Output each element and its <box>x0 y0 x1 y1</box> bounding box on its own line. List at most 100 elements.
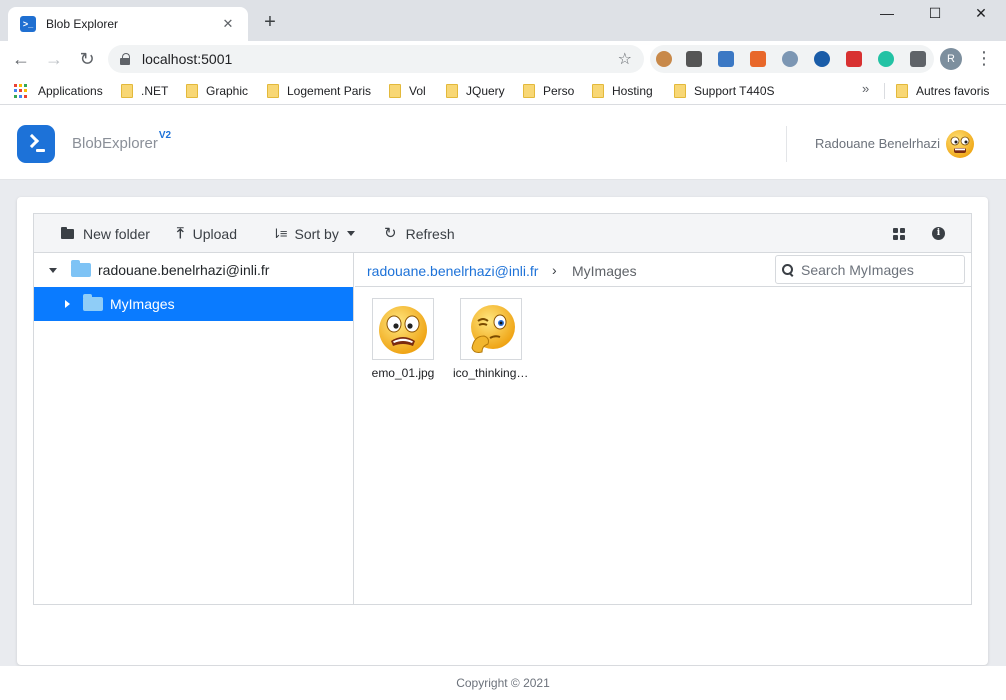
app-header: BlobExplorerV2 Radouane Benelrhazi <box>0 106 1006 180</box>
file-grid: emo_01.jpg ico_thinking.jpg <box>355 288 971 604</box>
lock-icon <box>120 53 130 65</box>
folder-icon <box>61 226 74 239</box>
layout-extension-icon[interactable] <box>750 51 766 67</box>
sort-by-button[interactable]: ⇂≡ Sort by <box>271 214 355 253</box>
new-tab-icon[interactable]: + <box>258 11 282 35</box>
breadcrumb-root[interactable]: radouane.benelrhazi@inli.fr <box>367 263 538 279</box>
folder-icon <box>186 84 198 98</box>
breadcrumb-current: MyImages <box>572 263 637 279</box>
profile-avatar[interactable]: R <box>940 48 962 70</box>
explorer-card: New folder ⤒ Upload ⇂≡ Sort by ↻ Refresh <box>17 197 988 665</box>
search-box[interactable] <box>775 255 965 284</box>
file-name: ico_thinking.jpg <box>453 366 529 380</box>
info-icon: i <box>932 227 945 240</box>
bookmark-other-favorites[interactable]: Autres favoris <box>896 83 989 99</box>
browser-tab[interactable]: >_ Blob Explorer ✕ <box>8 7 248 41</box>
forward-arrow-icon[interactable]: → <box>42 47 66 71</box>
refresh-icon: ↻ <box>384 224 397 242</box>
footer: Copyright © 2021 <box>0 666 1006 700</box>
address-bar[interactable]: localhost:5001 ☆ <box>108 45 644 73</box>
bookmark-star-icon[interactable]: ☆ <box>618 49 632 69</box>
sort-icon: ⇂≡ <box>271 225 288 241</box>
bookmark-logement-paris[interactable]: Logement Paris <box>267 83 371 99</box>
bookmark-hosting[interactable]: Hosting <box>592 83 653 99</box>
extensions-area <box>650 45 934 73</box>
file-manager: New folder ⤒ Upload ⇂≡ Sort by ↻ Refresh <box>33 213 972 605</box>
grammar-extension-icon[interactable] <box>878 51 894 67</box>
folder-icon <box>896 84 908 98</box>
bookmark-dotnet[interactable]: .NET <box>121 83 168 99</box>
puzzle-extensions-icon[interactable] <box>910 51 926 67</box>
folder-icon <box>674 84 686 98</box>
collapse-caret-icon[interactable] <box>65 300 70 308</box>
chevron-down-icon <box>346 231 355 236</box>
cookie-extension-icon[interactable] <box>656 51 672 67</box>
cart-extension-icon[interactable] <box>846 51 862 67</box>
new-folder-button[interactable]: New folder <box>61 214 150 253</box>
grid-view-icon[interactable] <box>891 226 907 242</box>
expand-caret-icon[interactable] <box>49 267 57 273</box>
folder-icon <box>71 260 91 277</box>
bookmark-applications[interactable]: Applications <box>14 83 103 99</box>
reload-icon[interactable]: ↻ <box>75 47 99 71</box>
file-name: emo_01.jpg <box>371 366 435 380</box>
file-thumbnail <box>460 298 522 360</box>
folder-icon <box>121 84 133 98</box>
breadcrumb-separator: › <box>552 262 557 278</box>
window-close-icon[interactable]: ✕ <box>958 4 1004 24</box>
bookmarks-divider <box>884 83 885 99</box>
speed-extension-icon[interactable] <box>782 51 798 67</box>
folder-icon <box>592 84 604 98</box>
brand-title[interactable]: BlobExplorerV2 <box>72 130 171 152</box>
blob-explorer-favicon-icon: >_ <box>20 16 36 32</box>
upload-button[interactable]: ⤒ Upload <box>177 214 237 253</box>
folder-icon <box>83 294 103 311</box>
url-text: localhost:5001 <box>142 51 233 67</box>
bookmark-jquery[interactable]: JQuery <box>446 83 505 99</box>
bookmarks-overflow-icon[interactable]: » <box>862 81 869 96</box>
bookmark-graphic[interactable]: Graphic <box>186 83 248 99</box>
browser-menu-icon[interactable]: ⋮ <box>974 47 994 71</box>
tab-close-icon[interactable]: ✕ <box>220 16 236 32</box>
address-path-bar: radouane.benelrhazi@inli.fr › MyImages <box>355 253 971 287</box>
bookmark-support-t440s[interactable]: Support T440S <box>674 83 775 99</box>
brand-version: V2 <box>158 130 172 141</box>
folder-icon <box>446 84 458 98</box>
tab-title: Blob Explorer <box>46 17 119 31</box>
back-arrow-icon[interactable]: ← <box>9 47 33 71</box>
search-icon <box>782 263 794 276</box>
scared-emoji-icon <box>379 306 427 354</box>
minimize-icon[interactable]: — <box>864 4 910 24</box>
postman-extension-icon[interactable] <box>686 51 702 67</box>
file-thumbnail <box>372 298 434 360</box>
tree-node-root[interactable]: radouane.benelrhazi@inli.fr <box>34 253 353 287</box>
bookmark-vol[interactable]: Vol <box>389 83 426 99</box>
file-item[interactable]: emo_01.jpg <box>365 298 441 380</box>
folder-tree: radouane.benelrhazi@inli.fr MyImages <box>34 253 354 604</box>
copyright-text: Copyright © 2021 <box>456 676 550 690</box>
tree-node-myimages[interactable]: MyImages <box>34 287 353 321</box>
app-root: BlobExplorerV2 Radouane Benelrhazi New f… <box>0 106 1006 700</box>
user-name[interactable]: Radouane Benelrhazi <box>815 136 940 151</box>
thinking-emoji-icon <box>471 305 515 353</box>
network-extension-icon[interactable] <box>814 51 830 67</box>
terminal-logo-icon[interactable] <box>17 125 55 163</box>
folder-icon <box>267 84 279 98</box>
bookmark-perso[interactable]: Perso <box>523 83 574 99</box>
refresh-button[interactable]: ↻ Refresh <box>384 214 455 253</box>
window-extension-icon[interactable] <box>718 51 734 67</box>
scared-emoji-avatar-icon[interactable] <box>945 129 975 159</box>
browser-toolbar: ← → ↻ localhost:5001 ☆ R ⋮ <box>0 41 1006 77</box>
apps-grid-icon <box>14 84 28 98</box>
file-manager-toolbar: New folder ⤒ Upload ⇂≡ Sort by ↻ Refresh <box>34 214 971 253</box>
browser-titlebar: >_ Blob Explorer ✕ + — ☐ ✕ <box>0 0 1006 41</box>
folder-icon <box>523 84 535 98</box>
bookmarks-bar: Applications .NET Graphic Logement Paris… <box>0 77 1006 105</box>
header-divider <box>786 126 787 162</box>
maximize-icon[interactable]: ☐ <box>912 4 958 24</box>
search-input[interactable] <box>801 261 951 278</box>
file-item[interactable]: ico_thinking.jpg <box>453 298 529 380</box>
upload-icon: ⤒ <box>177 224 184 242</box>
details-button[interactable]: i <box>932 227 948 243</box>
folder-icon <box>389 84 401 98</box>
